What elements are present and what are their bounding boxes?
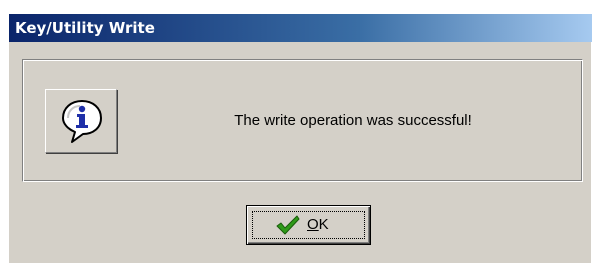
information-icon [62, 100, 102, 143]
window-title: Key/Utility Write [15, 19, 155, 37]
ok-mnemonic: O [307, 216, 319, 233]
ok-button-label: OK [307, 216, 329, 234]
message-panel: The write operation was successful! [22, 59, 583, 182]
dialog-window: Key/Utility Write The write operation wa… [8, 14, 592, 263]
check-icon [276, 215, 300, 235]
message-text: The write operation was successful! [234, 112, 472, 129]
title-bar[interactable]: Key/Utility Write [9, 14, 592, 42]
icon-frame [45, 89, 117, 153]
ok-button[interactable]: OK [246, 205, 371, 245]
ok-label-rest: K [318, 216, 329, 233]
